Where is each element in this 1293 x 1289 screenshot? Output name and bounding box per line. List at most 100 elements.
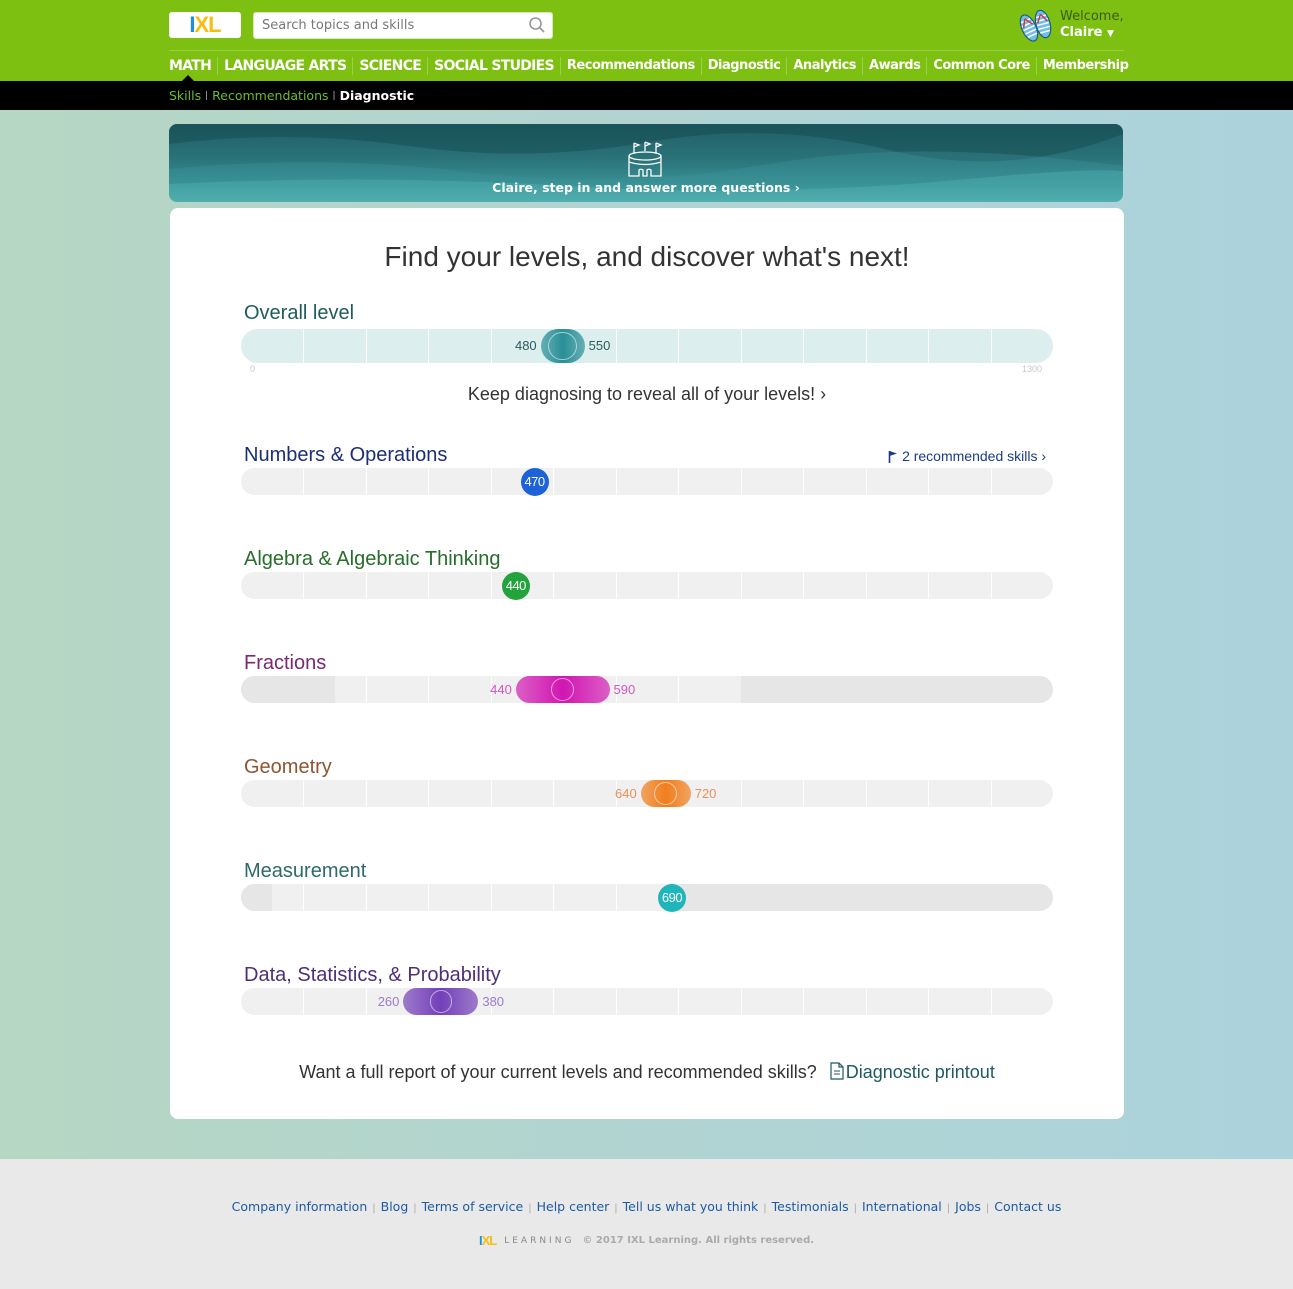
track-segment bbox=[553, 572, 616, 599]
nav-recommendations[interactable]: Recommendations bbox=[559, 57, 701, 75]
track-segment bbox=[553, 468, 616, 495]
track-segment bbox=[928, 572, 991, 599]
footer-learning-label: LEARNING bbox=[504, 1235, 575, 1246]
welcome-block: Welcome, Claire ▼ bbox=[1060, 9, 1124, 42]
track-segment bbox=[865, 780, 929, 807]
footer-separator: | bbox=[946, 1203, 951, 1214]
track-segment bbox=[928, 329, 991, 363]
strand-level-dot[interactable]: 470 bbox=[520, 467, 549, 496]
track-segment bbox=[678, 468, 741, 495]
range-low-label: 260 bbox=[377, 993, 400, 1009]
strand-title: Algebra & Algebraic Thinking bbox=[244, 548, 501, 570]
nav-awards[interactable]: Awards bbox=[862, 57, 926, 75]
track-segment bbox=[365, 329, 429, 363]
footer-ixl-logo: IXL bbox=[479, 1233, 497, 1248]
ixl-logo[interactable]: I XL bbox=[169, 12, 241, 38]
level-range-pill[interactable] bbox=[403, 988, 479, 1015]
track-segment bbox=[865, 572, 929, 599]
footer-link-contact-us[interactable]: Contact us bbox=[994, 1199, 1061, 1214]
overall-level-track bbox=[241, 329, 1053, 363]
unexplored-range bbox=[740, 676, 1053, 703]
track-segment bbox=[615, 329, 679, 363]
strand-track bbox=[241, 572, 1053, 599]
level-range-pill[interactable] bbox=[515, 676, 610, 703]
track-segment bbox=[428, 780, 491, 807]
nav-social-studies[interactable]: SOCIAL STUDIES bbox=[427, 57, 560, 75]
nav-math[interactable]: MATH bbox=[169, 57, 217, 75]
track-segment bbox=[303, 884, 366, 911]
level-range-pill[interactable] bbox=[540, 329, 585, 363]
footer-link-blog[interactable]: Blog bbox=[381, 1199, 409, 1214]
level-center-ring bbox=[548, 331, 577, 361]
footer-link-international[interactable]: International bbox=[862, 1199, 942, 1214]
track-segment bbox=[865, 468, 929, 495]
footer-link-company-information[interactable]: Company information bbox=[232, 1199, 368, 1214]
track-segment bbox=[928, 988, 991, 1015]
nav-membership[interactable]: Membership bbox=[1035, 57, 1135, 75]
diagnostic-levels-card: Find your levels, and discover what's ne… bbox=[170, 208, 1124, 1119]
nav-diagnostic[interactable]: Diagnostic bbox=[700, 57, 787, 75]
track-segment bbox=[865, 988, 929, 1015]
track-segment bbox=[990, 468, 1053, 495]
track-segment bbox=[678, 572, 741, 599]
nav-language-arts[interactable]: LANGUAGE ARTS bbox=[217, 57, 352, 75]
footer-link-terms-of-service[interactable]: Terms of service bbox=[422, 1199, 524, 1214]
track-segment bbox=[740, 329, 804, 363]
strand-track bbox=[241, 676, 1053, 703]
footer-links: Company information | Blog | Terms of servic… bbox=[0, 1199, 1293, 1214]
track-segment bbox=[553, 988, 616, 1015]
footer-link-jobs[interactable]: Jobs bbox=[955, 1199, 981, 1214]
level-range-pill[interactable] bbox=[640, 780, 691, 807]
range-low-label: 440 bbox=[490, 681, 512, 697]
footer-link-testimonials[interactable]: Testimonials bbox=[772, 1199, 849, 1214]
page-title: Find your levels, and discover what's ne… bbox=[384, 241, 910, 272]
keep-diagnosing-link[interactable]: Keep diagnosing to reveal all of your le… bbox=[170, 384, 1124, 405]
footer-separator: | bbox=[528, 1203, 532, 1214]
unexplored-range bbox=[241, 676, 335, 703]
footer-link-tell-us-what-you-think[interactable]: Tell us what you think bbox=[623, 1199, 759, 1214]
track-segment bbox=[740, 468, 804, 495]
level-center-ring bbox=[551, 678, 574, 701]
strand-title: Fractions bbox=[244, 652, 327, 674]
main-nav: MATH LANGUAGE ARTS SCIENCE SOCIAL STUDIE… bbox=[169, 57, 1134, 75]
footer-separator: | bbox=[985, 1203, 990, 1214]
separator: | bbox=[205, 90, 209, 101]
track-segment bbox=[490, 884, 554, 911]
track-segment bbox=[365, 468, 429, 495]
header-divider bbox=[169, 50, 1124, 51]
recommended-skills-link[interactable]: 2 recommended skills › bbox=[888, 448, 1046, 464]
footer-separator: | bbox=[372, 1203, 376, 1214]
search-icon[interactable] bbox=[528, 16, 546, 34]
strand-level-dot[interactable]: 440 bbox=[501, 571, 530, 600]
track-segment bbox=[990, 572, 1053, 599]
subnav-skills[interactable]: Skills bbox=[169, 88, 201, 103]
strand-title: Numbers & Operations bbox=[244, 444, 448, 466]
track-segment bbox=[740, 572, 804, 599]
track-segment bbox=[303, 780, 366, 807]
strand-track bbox=[241, 988, 1053, 1015]
nav-common-core[interactable]: Common Core bbox=[926, 57, 1035, 75]
diagnostic-arena-banner[interactable]: Claire, step in and answer more question… bbox=[169, 124, 1123, 202]
copyright-text: © 2017 IXL Learning. All rights reserved… bbox=[582, 1235, 815, 1246]
track-segment bbox=[615, 988, 679, 1015]
subnav-recommendations[interactable]: Recommendations bbox=[212, 88, 328, 103]
nav-analytics[interactable]: Analytics bbox=[786, 57, 862, 75]
user-menu[interactable]: Claire ▼ bbox=[1060, 25, 1124, 42]
footer-separator: | bbox=[853, 1203, 857, 1214]
track-segment bbox=[428, 676, 491, 703]
track-segment bbox=[428, 468, 491, 495]
report-prompt: Want a full report of your current level… bbox=[170, 1062, 1124, 1083]
strand-level-dot[interactable]: 690 bbox=[657, 883, 686, 912]
search-input[interactable] bbox=[254, 13, 514, 38]
flip-flops-avatar-icon[interactable] bbox=[1017, 6, 1057, 46]
diagnostic-printout-link[interactable]: Diagnostic printout bbox=[822, 1062, 995, 1082]
track-segment bbox=[553, 884, 616, 911]
scale-max-label: 1300 bbox=[1022, 364, 1043, 374]
range-high-label: 380 bbox=[482, 993, 505, 1009]
track-segment bbox=[241, 988, 304, 1015]
track-segment bbox=[241, 468, 304, 495]
nav-science[interactable]: SCIENCE bbox=[352, 57, 427, 75]
report-question: Want a full report of your current level… bbox=[299, 1062, 817, 1082]
track-segment bbox=[803, 572, 866, 599]
footer-link-help-center[interactable]: Help center bbox=[537, 1199, 610, 1214]
